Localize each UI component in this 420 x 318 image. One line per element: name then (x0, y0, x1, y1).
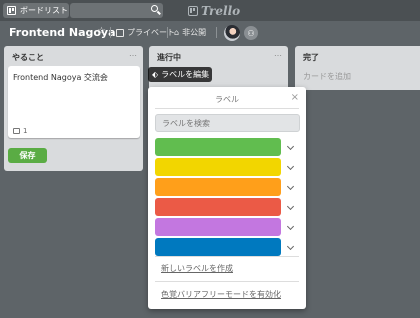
label-search-input[interactable] (155, 114, 300, 132)
pencil-icon[interactable] (286, 242, 295, 251)
create-label-link[interactable]: 新しいラベルを作成 (161, 263, 233, 274)
list-title[interactable]: やること (12, 52, 44, 63)
list-menu-icon[interactable]: … (129, 49, 137, 58)
card-title-text[interactable]: Frontend Nagoya 交流会 (13, 72, 108, 83)
header-divider (167, 27, 168, 38)
comment-badge: 1 (13, 127, 27, 135)
avatar[interactable] (224, 25, 240, 41)
board-header: Frontend Nagoya ☆ プライベート ⌂ 非公開 ⚇ (0, 21, 420, 47)
label-swatch[interactable] (155, 238, 281, 256)
labels-popover: ラベル × 新しいラベルを作成 色覚バリアフリーモードを有効化 (148, 87, 306, 309)
popover-divider (155, 108, 299, 109)
pencil-icon[interactable] (286, 162, 295, 171)
top-app-bar: ボードリスト Trello (0, 0, 420, 21)
comment-count: 1 (23, 127, 28, 135)
lock-icon (116, 28, 124, 37)
popover-title: ラベル (215, 95, 239, 104)
list-menu-icon[interactable]: … (274, 49, 282, 58)
trello-logo-icon (188, 5, 198, 16)
add-card-link[interactable]: カードを追加 (303, 71, 351, 82)
label-swatch[interactable] (155, 178, 281, 196)
list-done: 完了 カードを追加 (295, 46, 420, 90)
close-icon[interactable]: × (291, 92, 299, 103)
edit-labels-button[interactable]: ⬖ ラベルを編集 (148, 67, 212, 82)
pencil-icon[interactable] (286, 202, 295, 211)
list-title[interactable]: 進行中 (157, 52, 181, 63)
list-title[interactable]: 完了 (303, 52, 319, 63)
label-swatch[interactable] (155, 218, 281, 236)
pencil-icon[interactable] (286, 182, 295, 191)
search-input[interactable] (70, 3, 163, 18)
team-label: 非公開 (182, 28, 207, 37)
colorblind-mode-link[interactable]: 色覚バリアフリーモードを有効化 (161, 289, 281, 300)
team-button[interactable]: ⌂ 非公開 (174, 27, 206, 38)
trello-logo[interactable]: Trello (188, 3, 240, 18)
board-icon (7, 6, 16, 15)
card-editor[interactable]: Frontend Nagoya 交流会 1 (8, 66, 140, 138)
add-member-icon[interactable]: ⚇ (244, 26, 258, 40)
edit-labels-label: ラベルを編集 (161, 70, 210, 79)
star-icon[interactable]: ☆ (97, 26, 106, 37)
label-swatch[interactable] (155, 158, 281, 176)
boards-button[interactable]: ボードリスト (3, 3, 69, 18)
pencil-icon[interactable] (286, 222, 295, 231)
label-swatch[interactable] (155, 198, 281, 216)
header-divider (216, 27, 217, 38)
popover-divider (155, 256, 299, 257)
label-swatch[interactable] (155, 138, 281, 156)
header-divider (110, 27, 111, 38)
team-icon: ⌂ (174, 28, 180, 37)
comment-icon (13, 128, 20, 134)
pencil-icon[interactable] (286, 142, 295, 151)
boards-button-label: ボードリスト (20, 6, 68, 15)
tag-icon: ⬖ (152, 70, 159, 79)
trello-logo-text: Trello (201, 3, 241, 18)
save-button[interactable]: 保存 (8, 148, 47, 163)
popover-divider (155, 281, 299, 282)
search-icon (151, 5, 158, 12)
